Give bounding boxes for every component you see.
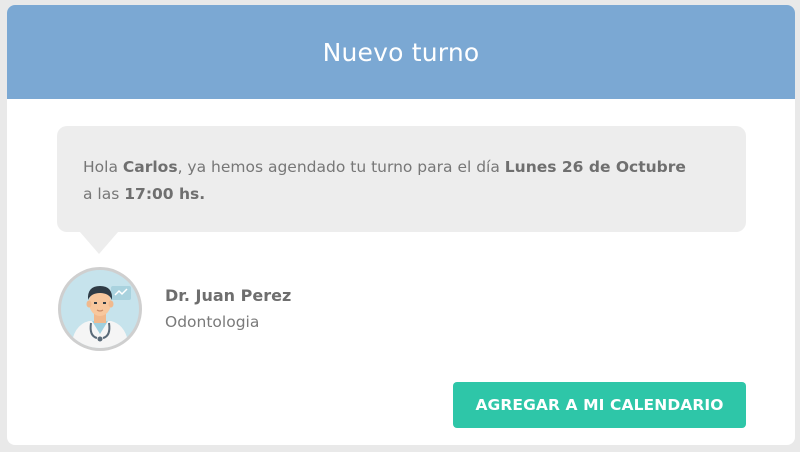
avatar <box>58 267 142 351</box>
card-header: Nuevo turno <box>7 5 795 99</box>
appointment-date: Lunes 26 de Octubre <box>504 158 686 176</box>
patient-name: Carlos <box>122 158 178 176</box>
doctor-avatar-icon <box>61 270 139 348</box>
appointment-card: Nuevo turno Hola Carlos, ya hemos agenda… <box>7 5 795 445</box>
message-time-prefix: a las <box>83 185 120 203</box>
add-to-calendar-button[interactable]: AGREGAR A MI CALENDARIO <box>453 382 746 428</box>
doctor-name: Dr. Juan Perez <box>165 286 292 305</box>
bubble-tail <box>80 232 118 254</box>
message-bubble: Hola Carlos, ya hemos agendado tu turno … <box>57 126 746 232</box>
doctor-specialty: Odontologia <box>165 313 260 331</box>
message-text: , ya hemos agendado tu turno para el día <box>177 158 500 176</box>
card-title: Nuevo turno <box>322 37 480 67</box>
appointment-time: 17:00 hs. <box>124 185 206 203</box>
greeting-text: Hola <box>83 158 118 176</box>
